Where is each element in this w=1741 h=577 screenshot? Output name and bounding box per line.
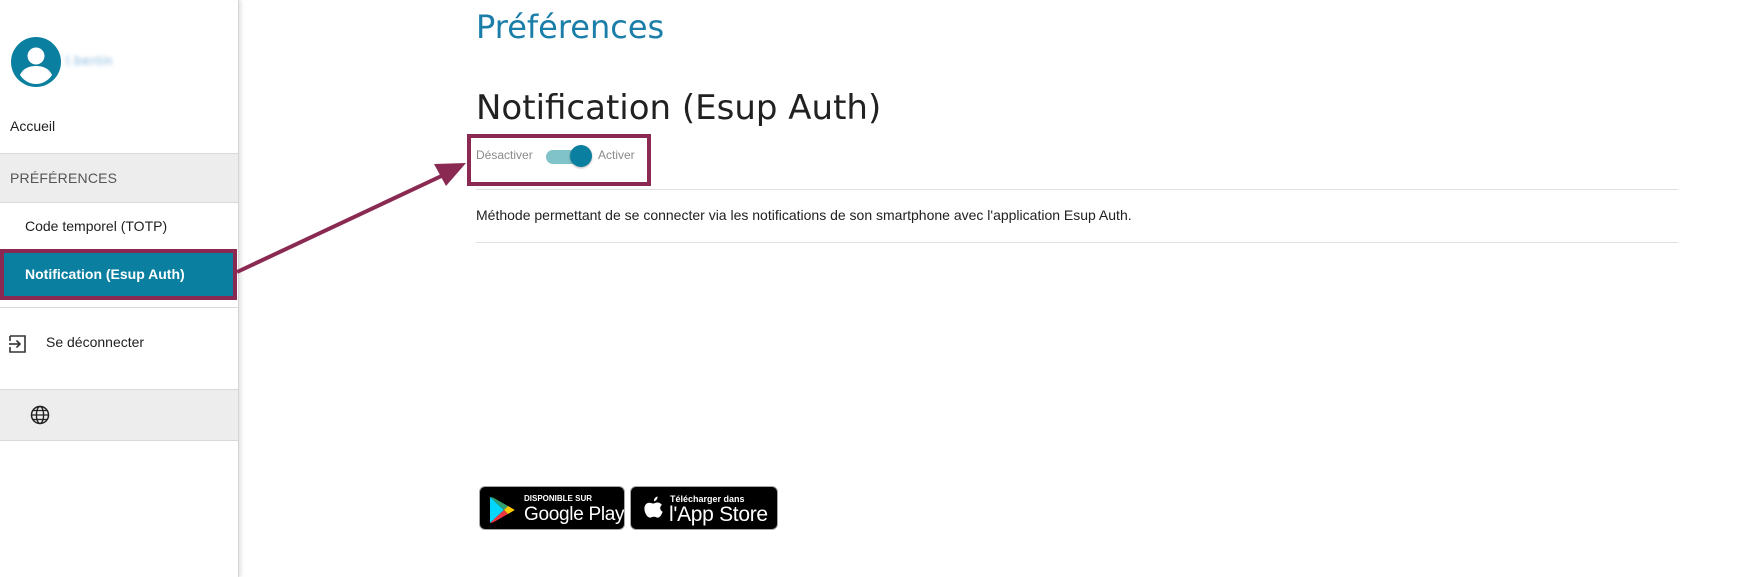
toggle-off-label: Désactiver	[476, 148, 533, 162]
app-store-badge[interactable]: Télécharger dans l'App Store	[630, 486, 778, 530]
page-title: Préférences	[476, 8, 665, 46]
google-badge-small: DISPONIBLE SUR	[524, 494, 593, 503]
sidebar-item-home[interactable]: Accueil	[0, 110, 238, 142]
globe-icon[interactable]	[30, 405, 50, 425]
sidebar-item-logout[interactable]: Se déconnecter	[0, 326, 238, 358]
push-toggle-thumb[interactable]	[570, 145, 592, 167]
account-circle-icon[interactable]	[11, 37, 61, 87]
username: l.bertin	[66, 53, 114, 68]
divider	[476, 189, 1678, 190]
google-play-badge[interactable]: DISPONIBLE SUR Google Play	[479, 486, 625, 530]
sidebar: l.bertin Accueil PRÉFÉRENCES Code tempor…	[0, 0, 239, 577]
annotation-arrow	[236, 163, 466, 274]
apple-icon	[644, 496, 663, 518]
section-title: Notification (Esup Auth)	[476, 88, 882, 128]
method-description: Méthode permettant de se connecter via l…	[476, 207, 1132, 223]
annotation-highlight-sidebar	[0, 249, 237, 300]
toggle-on-label: Activer	[598, 148, 635, 162]
sidebar-section-preferences: PRÉFÉRENCES	[0, 153, 238, 203]
google-badge-big: Google Play	[524, 504, 625, 525]
language-selector[interactable]	[0, 389, 238, 441]
divider	[476, 242, 1678, 243]
google-play-icon	[490, 497, 515, 523]
divider	[0, 307, 238, 308]
sidebar-item-totp[interactable]: Code temporel (TOTP)	[0, 210, 238, 242]
apple-badge-big: l'App Store	[669, 503, 768, 526]
